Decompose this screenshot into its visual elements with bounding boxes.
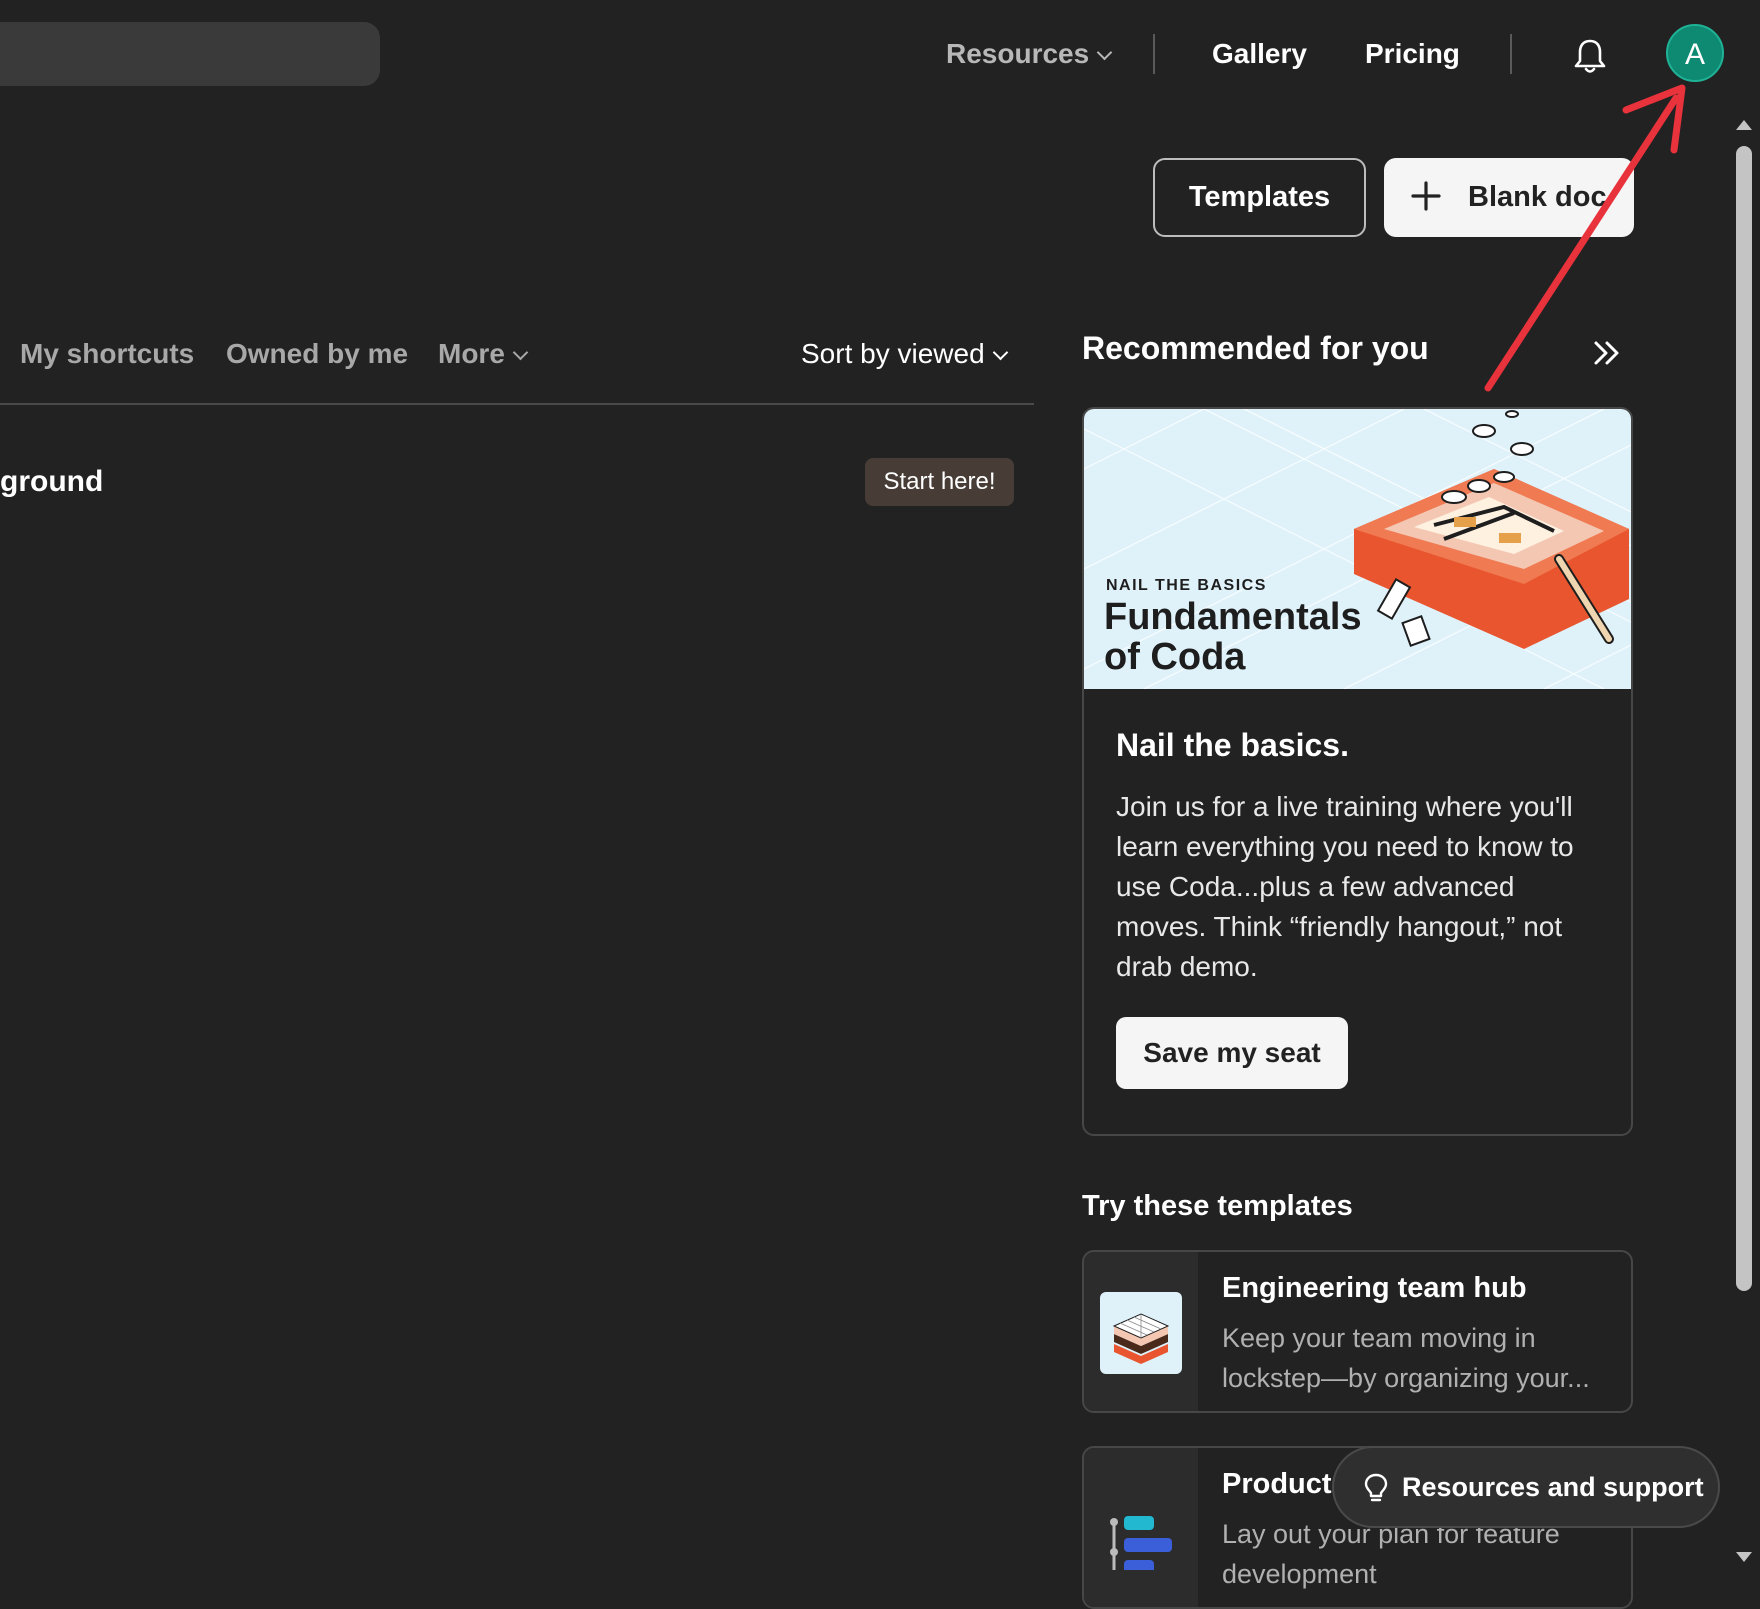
lightbulb-icon <box>1364 1473 1388 1502</box>
card-illustration: NAIL THE BASICS Fundamentals of Coda <box>1084 409 1631 689</box>
sort-dropdown[interactable]: Sort by viewed <box>801 334 1008 374</box>
templates-button[interactable]: Templates <box>1153 158 1366 237</box>
tabs-divider <box>0 403 1034 405</box>
template-description: Keep your team moving in lockstep—by org… <box>1222 1323 1590 1393</box>
plus-icon <box>1411 181 1441 211</box>
tab-my-shortcuts[interactable]: My shortcuts <box>20 334 194 374</box>
double-chevron-right-icon[interactable] <box>1590 336 1624 370</box>
chevron-down-icon <box>512 344 529 361</box>
recommended-card: NAIL THE BASICS Fundamentals of Coda Nai… <box>1082 407 1633 1136</box>
scrollbar-thumb[interactable] <box>1736 146 1752 1291</box>
card-heading: Nail the basics. <box>1116 727 1349 763</box>
card-image-title: Fundamentals of Coda <box>1104 597 1362 677</box>
resources-label: Resources <box>946 38 1090 69</box>
card-image-title-line2: of Coda <box>1104 636 1246 678</box>
bell-icon[interactable] <box>1570 36 1610 76</box>
resources-support-button[interactable]: Resources and support <box>1332 1446 1720 1528</box>
recommended-title: Recommended for you <box>1082 330 1429 366</box>
chevron-down-icon <box>992 344 1008 361</box>
pricing-link[interactable]: Pricing <box>1365 34 1460 74</box>
blank-doc-button[interactable]: Blank doc <box>1384 158 1634 237</box>
tab-more-label: More <box>438 338 505 369</box>
gallery-link[interactable]: Gallery <box>1212 34 1307 74</box>
card-image-title-line1: Fundamentals <box>1104 596 1362 638</box>
chevron-down-icon <box>1096 44 1113 61</box>
template-thumb-column <box>1084 1448 1198 1607</box>
sort-label: Sort by viewed <box>801 338 985 369</box>
nav-divider <box>1510 34 1512 74</box>
card-body: Join us for a live training where you'll… <box>1116 791 1574 982</box>
resources-menu[interactable]: Resources <box>946 34 1113 74</box>
scroll-up-arrow-icon[interactable] <box>1736 120 1752 130</box>
card-image-eyebrow: NAIL THE BASICS <box>1106 577 1267 594</box>
start-here-badge[interactable]: Start here! <box>865 458 1014 506</box>
resources-support-label: Resources and support <box>1402 1472 1704 1502</box>
nav-divider <box>1153 34 1155 74</box>
scroll-down-arrow-icon[interactable] <box>1736 1552 1752 1562</box>
template-card[interactable]: Engineering team hub Keep your team movi… <box>1082 1250 1633 1413</box>
tab-more[interactable]: More <box>438 334 529 374</box>
template-title: Product <box>1222 1468 1332 1500</box>
tab-owned-by-me[interactable]: Owned by me <box>226 334 408 374</box>
user-avatar[interactable]: A <box>1666 24 1724 82</box>
template-thumb-column <box>1084 1252 1198 1411</box>
blank-doc-label: Blank doc <box>1468 181 1607 213</box>
save-my-seat-button[interactable]: Save my seat <box>1116 1017 1348 1089</box>
search-bar[interactable] <box>0 22 380 86</box>
layer-cake-icon <box>1100 1292 1182 1374</box>
doc-title[interactable]: ground <box>0 462 103 502</box>
templates-section-title: Try these templates <box>1082 1190 1353 1222</box>
roadmap-icon <box>1100 1488 1182 1570</box>
template-title: Engineering team hub <box>1222 1272 1527 1304</box>
